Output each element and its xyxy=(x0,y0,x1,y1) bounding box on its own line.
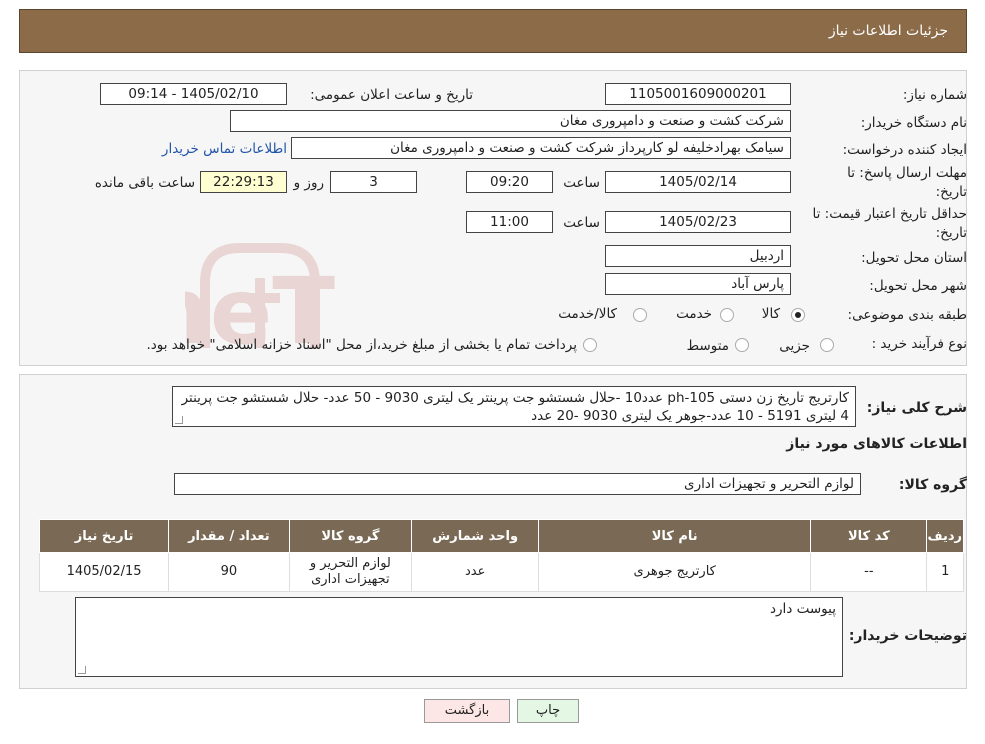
col-header-code: کد کالا xyxy=(810,519,928,553)
buyer-org-field: شرکت کشت و صنعت و دامپروری مغان xyxy=(230,110,791,132)
col-header-name: نام کالا xyxy=(538,519,812,553)
requester-label: ایجاد کننده درخواست: xyxy=(842,142,967,158)
remaining-days-field: 3 xyxy=(330,171,417,193)
validity-label-date: تاریخ: xyxy=(935,225,967,241)
cell-name: کارتریج جوهری xyxy=(538,552,812,592)
process-medium-label: متوسط xyxy=(686,338,729,354)
col-header-unit: واحد شمارش xyxy=(411,519,540,553)
col-header-row-no: ردیف xyxy=(926,519,964,553)
cell-date: 1405/02/15 xyxy=(38,552,170,592)
cell-qty: 90 xyxy=(168,552,290,592)
goods-info-title: اطلاعات کالاهای مورد نیاز xyxy=(786,436,967,452)
remaining-time-field: 22:29:13 xyxy=(200,171,287,193)
days-label: روز و xyxy=(293,175,324,191)
treasury-docs-note: پرداخت تمام یا بخشی از مبلغ خرید،از محل … xyxy=(146,337,577,353)
announce-label: تاریخ و ساعت اعلان عمومی: xyxy=(310,87,473,103)
process-minor-radio[interactable] xyxy=(820,338,834,352)
cell-code: -- xyxy=(810,552,928,592)
announce-field: 1405/02/10 - 09:14 xyxy=(100,83,287,105)
resize-grip-icon[interactable] xyxy=(78,666,86,674)
treasury-docs-checkbox[interactable] xyxy=(583,338,597,352)
deadline-label: مهلت ارسال پاسخ: تا xyxy=(847,165,967,181)
need-number-field: 1105001609000201 xyxy=(605,83,791,105)
print-button[interactable]: چاپ xyxy=(517,699,579,723)
deadline-date-field: 1405/02/14 xyxy=(605,171,791,193)
process-label: نوع فرآیند خرید : xyxy=(871,336,967,352)
city-label: شهر محل تحویل: xyxy=(869,278,967,294)
category-goods-service-radio[interactable] xyxy=(633,308,647,322)
buyer-notes-label: توضیحات خریدار: xyxy=(848,628,967,644)
category-service-label: خدمت xyxy=(676,306,712,322)
category-goods-service-label: کالا/خدمت xyxy=(558,306,617,322)
goods-table: ردیف کد کالا نام کالا واحد شمارش گروه کا… xyxy=(38,519,964,592)
requester-field: سیامک بهرادخلیفه لو کارپرداز شرکت کشت و … xyxy=(291,137,791,159)
category-goods-radio[interactable] xyxy=(791,308,805,322)
need-number-label: شماره نیاز: xyxy=(902,87,967,103)
description-text: کارتریج تاریخ زن دستی ph-105 عدد10 -حلال… xyxy=(181,390,849,424)
validity-label: حداقل تاریخ اعتبار قیمت: تا xyxy=(812,206,967,222)
category-goods-label: کالا xyxy=(761,306,780,322)
category-service-radio[interactable] xyxy=(720,308,734,322)
province-label: استان محل تحویل: xyxy=(861,250,967,266)
process-minor-label: جزیی xyxy=(779,338,810,354)
buyer-org-label: نام دستگاه خریدار: xyxy=(860,115,967,131)
table-row: 1 -- کارتریج جوهری عدد لوازم التحریر و ت… xyxy=(38,552,964,592)
col-header-qty: تعداد / مقدار xyxy=(168,519,290,553)
category-label: طبقه بندی موضوعی: xyxy=(847,307,967,323)
buyer-notes-text: پیوست دارد xyxy=(770,601,836,617)
cell-unit: عدد xyxy=(411,552,540,592)
deadline-time-label: ساعت xyxy=(563,175,600,191)
city-field: پارس آباد xyxy=(605,273,791,295)
validity-date-field: 1405/02/23 xyxy=(605,211,791,233)
deadline-label-date: تاریخ: xyxy=(935,184,967,200)
page-title: جزئیات اطلاعات نیاز xyxy=(828,23,948,39)
description-textarea[interactable]: کارتریج تاریخ زن دستی ph-105 عدد10 -حلال… xyxy=(172,386,856,427)
buyer-notes-textarea[interactable]: پیوست دارد xyxy=(75,597,843,677)
back-button[interactable]: بازگشت xyxy=(424,699,510,723)
deadline-time-field: 09:20 xyxy=(466,171,553,193)
province-field: اردبیل xyxy=(605,245,791,267)
goods-group-field: لوازم التحریر و تجهیزات اداری xyxy=(174,473,861,495)
remaining-label: ساعت باقی مانده xyxy=(94,175,195,191)
col-header-group: گروه کالا xyxy=(288,519,413,553)
col-header-date: تاریخ نیاز xyxy=(38,519,170,553)
goods-table-wrapper: ردیف کد کالا نام کالا واحد شمارش گروه کا… xyxy=(38,519,964,592)
table-header-row: ردیف کد کالا نام کالا واحد شمارش گروه کا… xyxy=(38,519,964,553)
validity-time-label: ساعت xyxy=(563,215,600,231)
goods-group-label: گروه کالا: xyxy=(898,477,967,493)
cell-group: لوازم التحریر و تجهیزات اداری xyxy=(288,552,413,592)
validity-time-field: 11:00 xyxy=(466,211,553,233)
buyer-contact-link[interactable]: اطلاعات تماس خریدار xyxy=(162,141,287,157)
resize-grip-icon[interactable] xyxy=(175,416,183,424)
description-label: شرح کلی نیاز: xyxy=(866,400,967,416)
cell-row-no: 1 xyxy=(926,552,964,592)
page-header: جزئیات اطلاعات نیاز xyxy=(19,9,967,53)
process-medium-radio[interactable] xyxy=(735,338,749,352)
